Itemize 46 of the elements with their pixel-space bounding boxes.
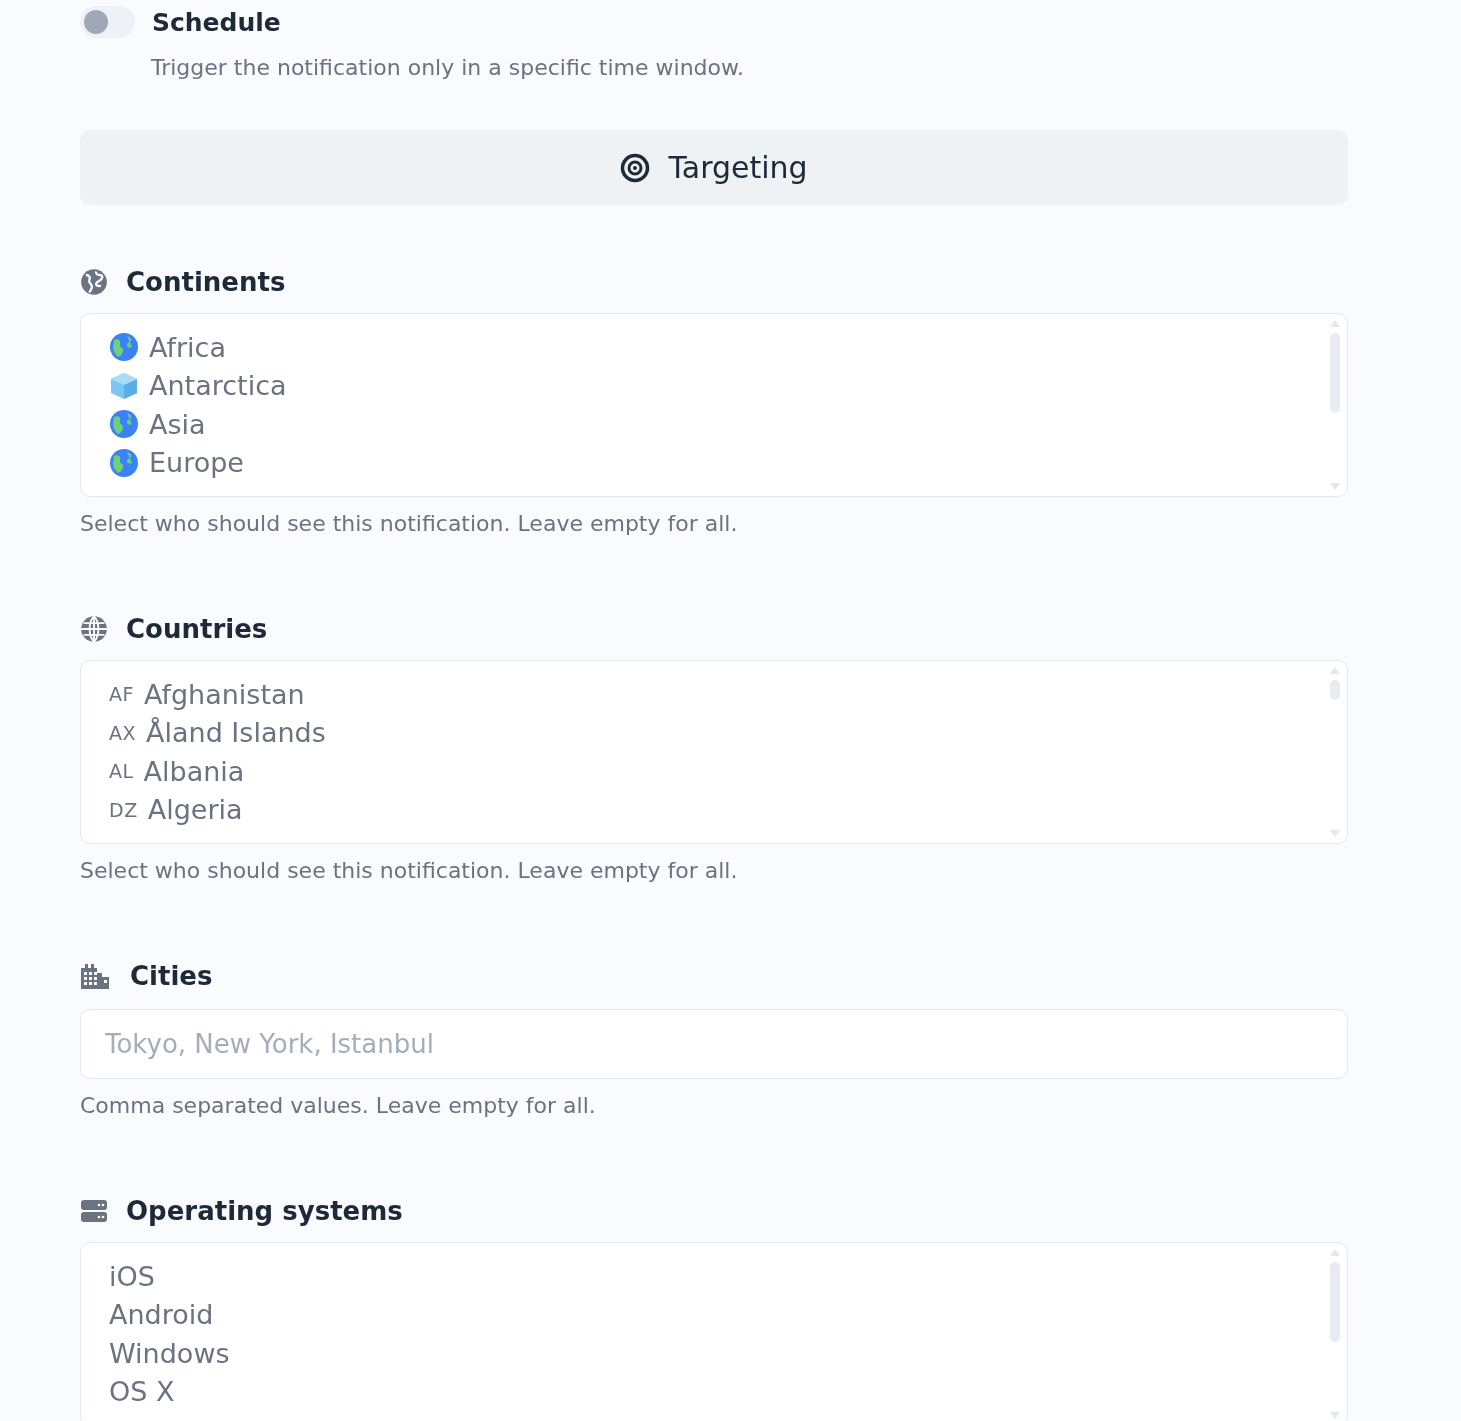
schedule-toggle[interactable] xyxy=(80,6,135,38)
list-option[interactable]: Android xyxy=(109,1299,214,1331)
section-title: Countries xyxy=(126,614,268,644)
list-option[interactable]: Afghanistan xyxy=(143,678,305,710)
earth-icon xyxy=(80,268,108,296)
section-title: Continents xyxy=(126,267,286,297)
list-option[interactable]: iOS xyxy=(109,1260,155,1292)
scroll-down-icon[interactable] xyxy=(1330,1412,1340,1419)
scroll-down-icon[interactable] xyxy=(1330,830,1340,837)
country-code: AX xyxy=(109,721,136,744)
target-icon xyxy=(620,152,651,183)
server-icon xyxy=(80,1199,108,1223)
list-option[interactable]: Asia xyxy=(149,408,206,440)
country-code: AF xyxy=(109,683,134,706)
globe-icon xyxy=(80,615,108,643)
scroll-down-icon[interactable] xyxy=(1330,483,1340,490)
country-code: AL xyxy=(109,760,134,783)
scroll-up-icon[interactable] xyxy=(1330,320,1340,327)
schedule-description: Trigger the notification only in a specific time window. xyxy=(151,55,745,80)
targeting-title: Targeting xyxy=(668,150,808,185)
multi-select-list[interactable]: iOS Android Windows OS X xyxy=(80,1242,1348,1421)
multi-select-list[interactable]: AF Afghanistan AX Åland Islands AL Albania DZ Algeria xyxy=(80,660,1348,844)
help-text: Comma separated values. Leave empty for all. xyxy=(80,1093,597,1118)
country-code: DZ xyxy=(109,798,138,821)
list-option[interactable]: Åland Islands xyxy=(146,717,326,749)
list-option[interactable]: Albania xyxy=(143,755,245,787)
ice-cube-icon xyxy=(109,370,139,401)
list-option[interactable]: OS X xyxy=(109,1376,175,1408)
list-option[interactable]: Africa xyxy=(149,331,226,363)
help-text: Select who should see this notification. Leave empty for all. xyxy=(80,858,739,883)
globe-icon xyxy=(109,447,139,478)
scroll-up-icon[interactable] xyxy=(1330,1249,1340,1256)
list-option[interactable]: Antarctica xyxy=(149,370,287,402)
scroll-up-icon[interactable] xyxy=(1330,667,1340,674)
cities-input-field[interactable]: Tokyo, New York, Istanbul xyxy=(80,1009,1348,1079)
globe-icon xyxy=(109,332,139,363)
section-title: Cities xyxy=(130,961,213,991)
list-option[interactable]: Algeria xyxy=(147,794,243,826)
multi-select-list[interactable]: Africa Antarctica Asia Europe xyxy=(80,313,1348,497)
help-text: Select who should see this notification. Leave empty for all. xyxy=(80,511,739,536)
list-option[interactable]: Europe xyxy=(149,447,244,479)
section-title: Operating systems xyxy=(126,1196,403,1226)
city-icon xyxy=(80,963,112,989)
list-option[interactable]: Windows xyxy=(109,1337,230,1369)
globe-icon xyxy=(109,409,139,440)
schedule-label: Schedule xyxy=(152,7,281,37)
